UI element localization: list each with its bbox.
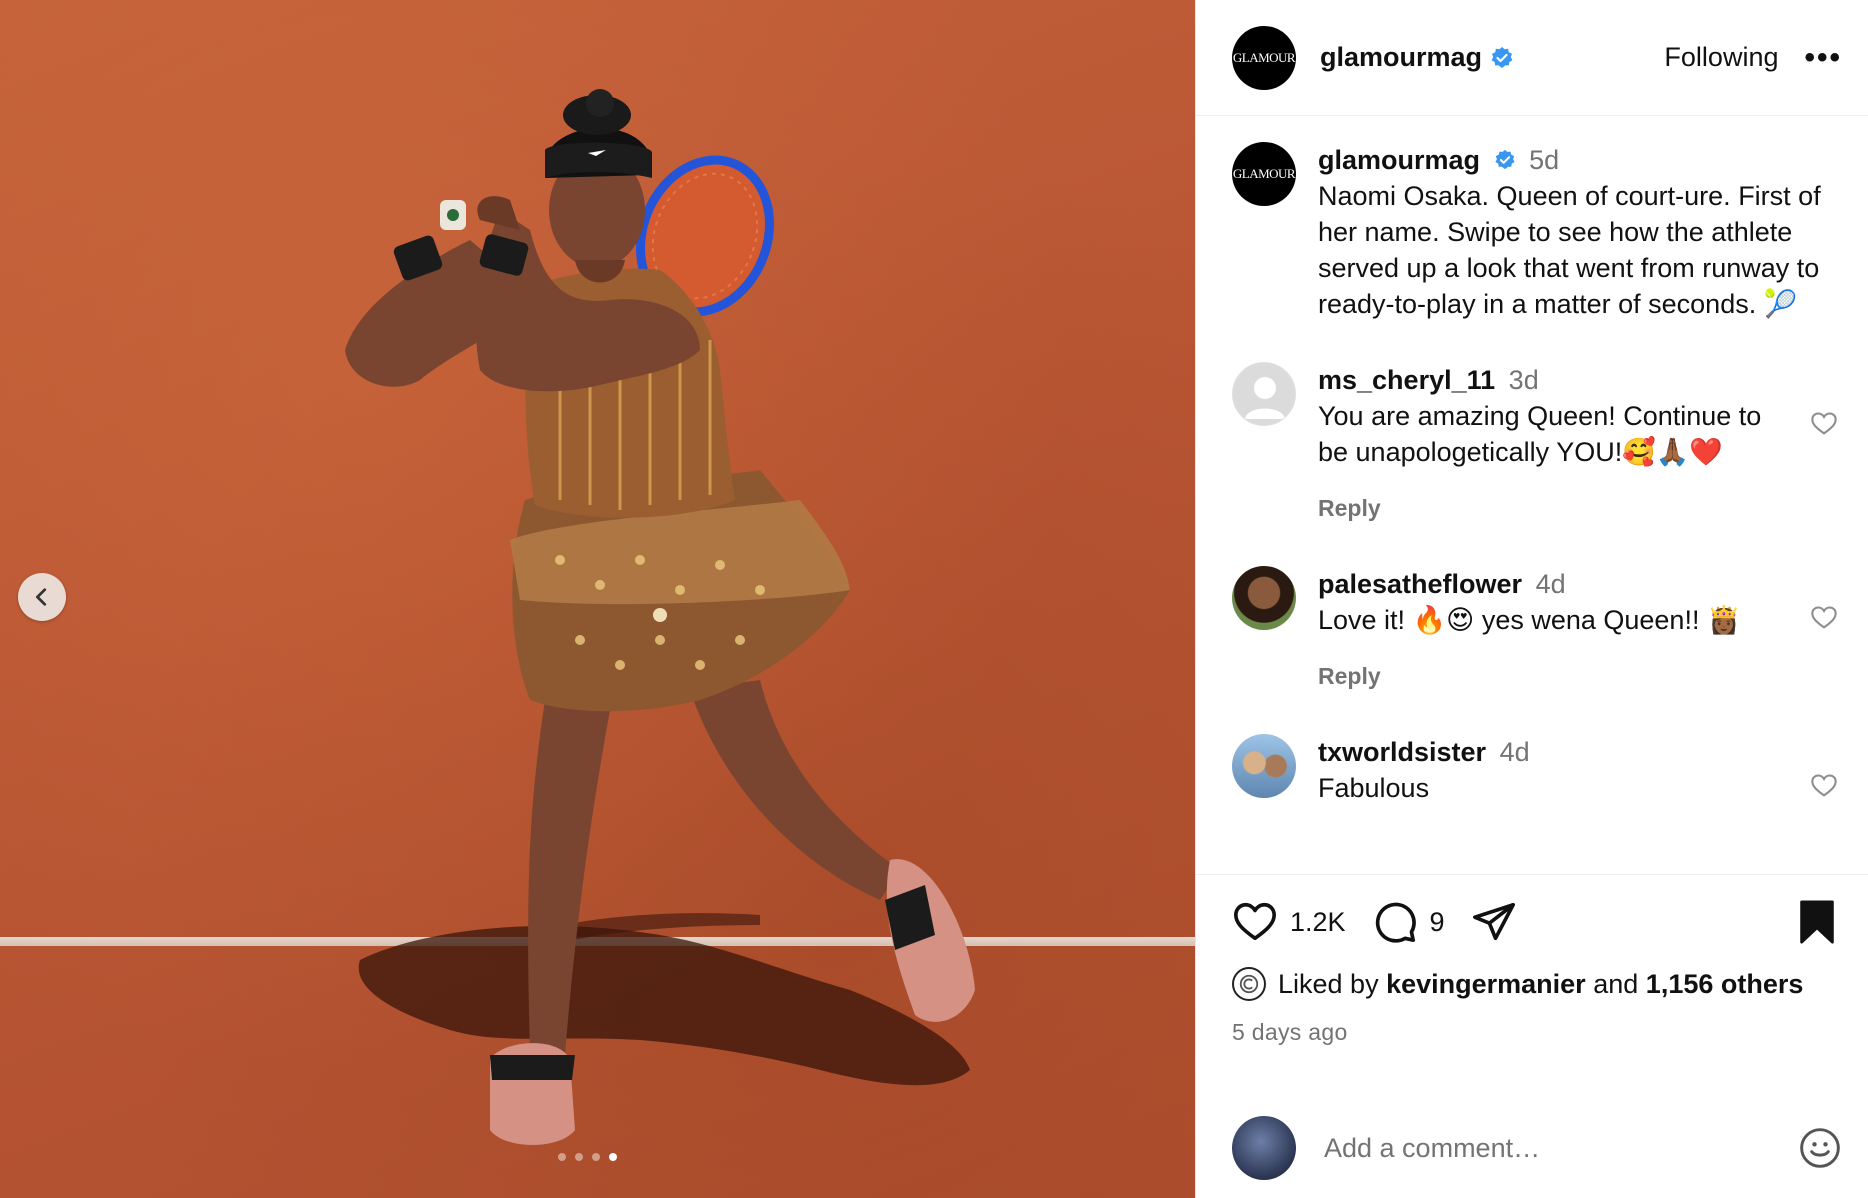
chevron-left-icon [36, 588, 47, 606]
comment-username[interactable]: palesatheflower [1318, 569, 1522, 599]
comment-time[interactable]: 4d [1500, 737, 1530, 767]
comment-time[interactable]: 3d [1509, 365, 1539, 395]
author-avatar[interactable]: GLAMOUR [1232, 25, 1296, 90]
comment-item: ms_cheryl_11 3d You are amazing Queen! C… [1232, 362, 1838, 526]
comment-like-heart-icon[interactable] [1810, 410, 1838, 438]
post-sidebar: GLAMOUR glamourmag Following ••• GLAMOUR… [1195, 0, 1868, 1198]
author-username[interactable]: glamourmag [1320, 42, 1482, 73]
post-timestamp[interactable]: 5 days ago [1232, 1019, 1838, 1046]
likes-count[interactable]: 1.2K [1290, 907, 1346, 938]
comment-body: palesatheflower 4d Love it! 🔥😍 yes wena … [1318, 566, 1838, 694]
like-heart-icon[interactable] [1232, 899, 1278, 945]
comment-username[interactable]: ms_cheryl_11 [1318, 365, 1495, 395]
comments-count[interactable]: 9 [1430, 907, 1445, 938]
comment-item: txworldsister 4d Fabulous [1232, 734, 1838, 806]
comments-list[interactable]: GLAMOUR glamourmag 5d Naomi Osaka. Queen… [1196, 116, 1868, 874]
liker-avatar-icon [1239, 974, 1259, 994]
comment-text: Fabulous [1318, 773, 1430, 803]
action-bar: 1.2K 9 [1232, 895, 1838, 949]
emoji-icon[interactable] [1798, 1126, 1842, 1170]
bookmark-icon[interactable] [1796, 899, 1838, 945]
comment-icon[interactable] [1372, 899, 1418, 945]
current-user-avatar [1232, 1116, 1296, 1180]
comment-item: palesatheflower 4d Love it! 🔥😍 yes wena … [1232, 566, 1838, 694]
share-icon[interactable] [1471, 899, 1517, 945]
avatar-logo-text: GLAMOUR [1232, 166, 1296, 181]
comment-like-heart-icon[interactable] [1810, 772, 1838, 800]
liked-by-user[interactable]: kevingermanier [1386, 969, 1586, 1000]
carousel-dot [592, 1153, 600, 1161]
verified-badge-icon [1495, 149, 1515, 170]
liker-avatar[interactable] [1232, 967, 1266, 1001]
comment-username[interactable]: txworldsister [1318, 737, 1486, 767]
caption-text: Naomi Osaka. Queen of court-ure. First o… [1318, 181, 1821, 319]
following-button[interactable]: Following [1664, 42, 1778, 73]
previous-slide-button[interactable] [18, 573, 66, 621]
comment-input[interactable] [1322, 1131, 1798, 1165]
add-comment-bar [1232, 1116, 1842, 1180]
carousel-indicator [558, 1153, 617, 1161]
caption-time[interactable]: 5d [1529, 145, 1559, 175]
caption: GLAMOUR glamourmag 5d Naomi Osaka. Queen… [1232, 142, 1838, 322]
post-photo [345, 89, 975, 1145]
carousel-dot [575, 1153, 583, 1161]
comment-text: Love it! 🔥😍 yes wena Queen!! 👸🏾 [1318, 605, 1741, 635]
avatar-logo-text: GLAMOUR [1232, 49, 1296, 65]
comment-body: txworldsister 4d Fabulous [1318, 734, 1838, 806]
verified-badge-icon [1491, 46, 1513, 68]
post-media[interactable] [0, 0, 1195, 1198]
caption-body: glamourmag 5d Naomi Osaka. Queen of cour… [1318, 142, 1838, 322]
comment-time[interactable]: 4d [1536, 569, 1566, 599]
comment-avatar[interactable] [1232, 566, 1296, 630]
comment-body: ms_cheryl_11 3d You are amazing Queen! C… [1318, 362, 1838, 526]
comment-avatar[interactable] [1232, 734, 1296, 798]
more-icon: ••• [1804, 40, 1842, 74]
post-viewer: GLAMOUR glamourmag Following ••• GLAMOUR… [0, 0, 1868, 1198]
comment-avatar[interactable] [1232, 362, 1296, 426]
default-avatar-icon [1245, 377, 1285, 419]
reply-button[interactable]: Reply [1318, 658, 1838, 694]
liked-by-prefix: Liked by [1278, 968, 1379, 999]
caption-username[interactable]: glamourmag [1318, 145, 1480, 175]
liked-by-middle: and [1593, 968, 1639, 999]
carousel-dot-active [609, 1153, 617, 1161]
liked-by-others[interactable]: 1,156 others [1646, 969, 1804, 1000]
post-header: GLAMOUR glamourmag Following ••• [1196, 0, 1868, 116]
reply-button[interactable]: Reply [1318, 490, 1838, 526]
caption-author-avatar[interactable]: GLAMOUR [1232, 142, 1296, 206]
carousel-dot [558, 1153, 566, 1161]
more-options-button[interactable]: ••• [1804, 41, 1842, 75]
liked-by: Liked by kevingermanier and 1,156 others [1232, 967, 1838, 1001]
comment-like-heart-icon[interactable] [1810, 604, 1838, 632]
comment-text: You are amazing Queen! Continue to be un… [1318, 401, 1762, 467]
